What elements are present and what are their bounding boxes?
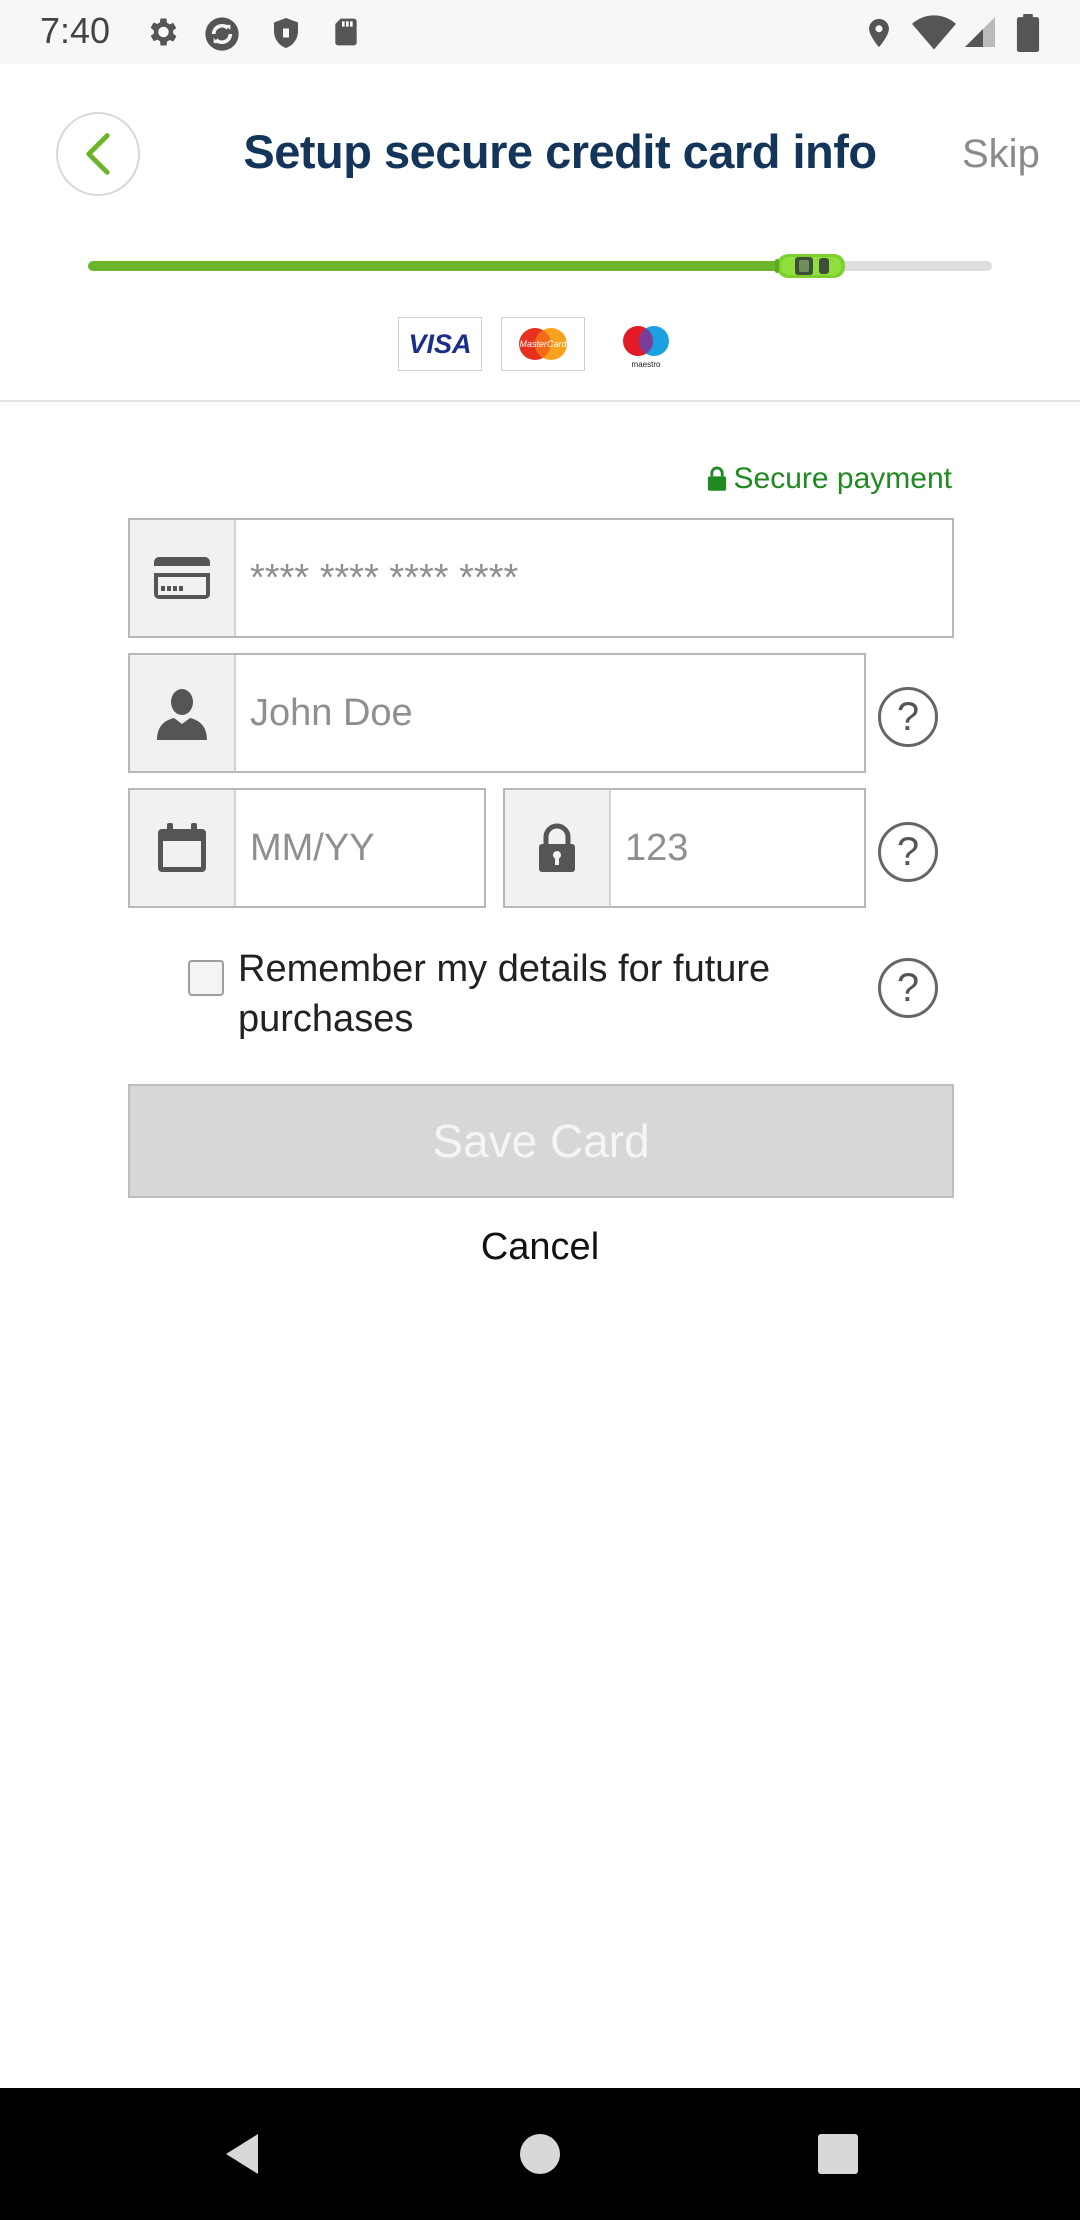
calendar-icon	[158, 823, 206, 872]
cvv-icon-cell	[505, 790, 611, 906]
home-circle-icon[interactable]	[510, 2124, 570, 2184]
progress-bar	[88, 261, 992, 271]
mastercard-logo-graphic: MasterCard	[519, 328, 567, 360]
card-number-field[interactable]	[128, 518, 954, 638]
expiry-icon-cell	[130, 790, 236, 906]
person-icon	[157, 689, 207, 740]
cvv-help-icon[interactable]: ?	[878, 822, 938, 882]
visa-logo-text: VISA	[408, 329, 471, 359]
cancel-button[interactable]: Cancel	[390, 1226, 690, 1269]
card-number-input[interactable]	[236, 520, 952, 636]
visa-logo: VISA	[398, 317, 482, 371]
back-button[interactable]	[56, 112, 140, 196]
padlock-icon	[707, 466, 726, 491]
back-triangle-icon[interactable]	[216, 2124, 276, 2184]
credit-card-icon	[154, 557, 210, 599]
secure-payment-text: Secure payment	[733, 462, 952, 495]
mastercard-logo: MasterCard	[501, 317, 585, 371]
wifi-icon	[912, 15, 956, 50]
recents-square-icon[interactable]	[808, 2124, 868, 2184]
page-title: Setup secure credit card info	[243, 125, 877, 178]
location-icon	[869, 18, 889, 48]
maestro-logo-text: maestro	[632, 360, 661, 369]
maestro-logo-graphic: maestro	[623, 326, 669, 369]
navigation-bar	[0, 2088, 1080, 2220]
remember-checkbox[interactable]	[188, 960, 224, 996]
remember-label[interactable]: Remember my details for future purchases	[238, 944, 858, 1044]
status-bar: 7:40	[0, 0, 1080, 64]
chevron-left-icon	[86, 133, 110, 175]
name-help-icon[interactable]: ?	[878, 687, 938, 747]
shield-icon	[274, 18, 298, 48]
progress-bar-fill	[88, 261, 811, 271]
save-card-button[interactable]: Save Card	[128, 1084, 954, 1198]
mastercard-logo-text: MasterCard	[519, 339, 567, 349]
sync-icon	[205, 17, 239, 51]
skip-button[interactable]: Skip	[962, 132, 1040, 177]
card-number-icon-cell	[130, 520, 236, 636]
remember-help-icon[interactable]: ?	[878, 958, 938, 1018]
cvv-input[interactable]	[611, 790, 1080, 906]
gear-icon	[150, 18, 177, 46]
status-time: 7:40	[40, 10, 111, 51]
cvv-field[interactable]	[503, 788, 1080, 908]
lock-icon	[539, 823, 575, 872]
secure-payment-label: Secure payment	[706, 462, 952, 496]
battery-icon	[1016, 14, 1040, 52]
header-divider	[0, 400, 1080, 402]
car-icon	[775, 254, 845, 278]
cardholder-name-field[interactable]	[128, 653, 866, 773]
name-icon-cell	[130, 655, 236, 771]
signal-icon	[965, 17, 995, 47]
maestro-logo: maestro	[604, 317, 688, 375]
cardholder-name-input[interactable]	[236, 655, 864, 771]
visa-logo-graphic: VISA	[408, 329, 471, 359]
expiry-field[interactable]	[128, 788, 741, 908]
sd-card-icon	[335, 18, 357, 46]
